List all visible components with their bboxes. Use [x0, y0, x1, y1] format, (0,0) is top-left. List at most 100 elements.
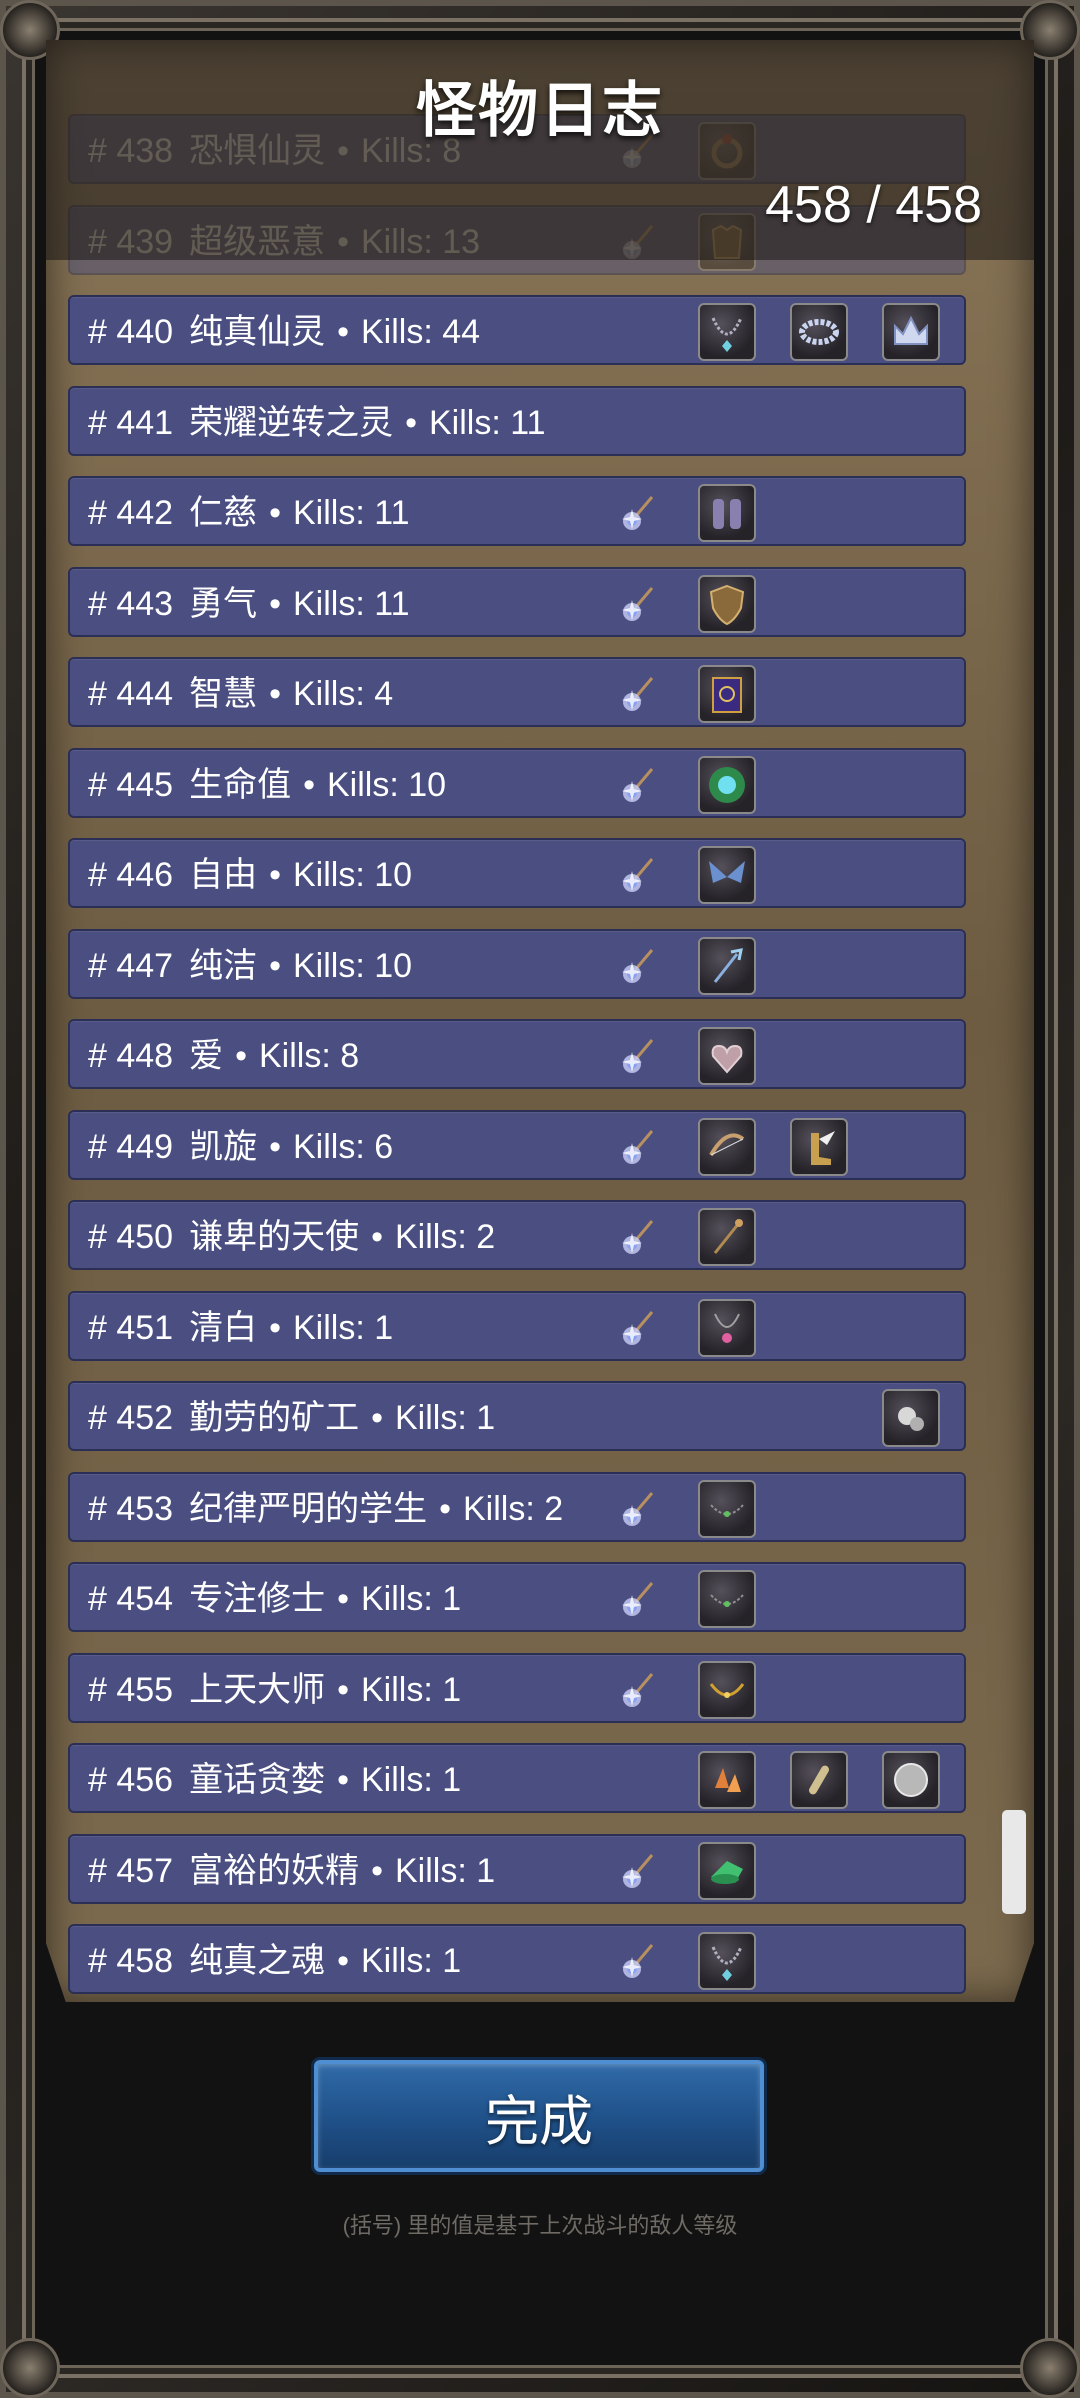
crystal-shards-icon[interactable] — [698, 1751, 756, 1809]
list-item[interactable]: # 445 生命值 • Kills: 10 — [68, 747, 966, 818]
entry-number: # 453 — [88, 1489, 174, 1528]
kill-count: Kills: 44 — [361, 313, 481, 351]
kill-count: Kills: 1 — [395, 1399, 496, 1437]
entry-label: # 458 纯真之魂 • Kills: 1 — [88, 1926, 461, 1996]
gem-wand-icon[interactable] — [616, 1577, 660, 1621]
necklace-icon[interactable] — [698, 1932, 756, 1990]
monster-name: 生命值 — [189, 765, 292, 804]
kill-count: Kills: 10 — [327, 765, 447, 804]
level-footnote: (括号) 里的值是基于上次战斗的敌人等级 — [342, 2213, 738, 2238]
monster-name: 凯旋 — [189, 1127, 258, 1166]
shield-icon[interactable] — [698, 574, 756, 633]
ore-icon[interactable] — [882, 1389, 940, 1447]
list-item[interactable]: # 456 童话贪婪 • Kills: 1 — [68, 1743, 966, 1813]
gold-necklace-icon[interactable] — [698, 1660, 756, 1719]
list-item[interactable]: # 447 纯洁 • Kills: 10 — [68, 928, 966, 1001]
list-item[interactable]: # 452 勤劳的矿工 • Kills: 1 — [68, 1381, 966, 1451]
gem-wand-icon[interactable] — [616, 1668, 660, 1712]
kill-count: Kills: 1 — [361, 1580, 462, 1618]
list-item[interactable]: # 444 智慧 • Kills: 4 — [68, 657, 966, 727]
scrollbar-thumb[interactable] — [1002, 1810, 1026, 1914]
gauntlets-icon[interactable] — [698, 484, 756, 542]
coin-icon[interactable] — [882, 1751, 940, 1809]
gem-wand-icon[interactable] — [616, 582, 660, 626]
necklace-icon[interactable] — [698, 303, 756, 361]
monster-name: 纯真仙灵 — [189, 313, 326, 351]
entry-label: # 454 专注修士 • Kills: 1 — [88, 1564, 461, 1634]
kill-count: Kills: 1 — [361, 1761, 462, 1799]
list-item[interactable]: # 455 上天大师 • Kills: 1 — [68, 1652, 966, 1725]
entry-label: # 444 智慧 • Kills: 4 — [88, 659, 393, 729]
separator-dot: • — [269, 675, 281, 713]
kill-count: Kills: 10 — [293, 946, 413, 985]
gem-wand-icon[interactable] — [616, 1849, 660, 1893]
kill-count: Kills: 1 — [395, 1851, 496, 1890]
kill-count: Kills: 10 — [293, 856, 413, 894]
bow-icon[interactable] — [698, 1117, 756, 1176]
winged-boots-icon[interactable] — [790, 1117, 848, 1176]
gem-orb-icon[interactable] — [698, 755, 756, 814]
chain-necklace-icon[interactable] — [698, 1479, 756, 1538]
gem-wand-icon[interactable] — [616, 763, 660, 807]
list-item[interactable]: # 448 爱 • Kills: 8 — [68, 1019, 966, 1089]
list-item[interactable]: # 446 自由 • Kills: 10 — [68, 838, 966, 908]
crown-icon[interactable] — [882, 303, 940, 361]
entry-number: # 455 — [88, 1670, 174, 1709]
kill-count: Kills: 2 — [463, 1489, 564, 1528]
gem-wand-icon[interactable] — [616, 1487, 660, 1531]
kill-count: Kills: 1 — [361, 1670, 462, 1709]
green-hat-icon[interactable] — [698, 1841, 756, 1900]
monster-name: 荣耀逆转之灵 — [189, 403, 394, 442]
separator-dot: • — [269, 1127, 281, 1166]
entry-label: # 442 仁慈 • Kills: 11 — [88, 478, 410, 548]
gem-wand-icon[interactable] — [616, 1034, 660, 1078]
list-item[interactable]: # 453 纪律严明的学生 • Kills: 2 — [68, 1471, 966, 1542]
gem-wand-icon[interactable] — [616, 1215, 660, 1259]
kill-count: Kills: 8 — [259, 1037, 360, 1075]
entry-number: # 450 — [88, 1218, 174, 1256]
list-item[interactable]: # 451 清白 • Kills: 1 — [68, 1290, 966, 1361]
list-item[interactable]: # 458 纯真之魂 • Kills: 1 — [68, 1924, 966, 1994]
list-item[interactable]: # 449 凯旋 • Kills: 6 — [68, 1109, 966, 1180]
list-item[interactable]: # 441 荣耀逆转之灵 • Kills: 11 — [68, 385, 966, 456]
gem-wand-icon[interactable] — [616, 853, 660, 897]
gem-wand-icon[interactable] — [616, 1939, 660, 1983]
wings-icon[interactable] — [698, 846, 756, 904]
separator-dot: • — [269, 584, 281, 623]
gem-wand-icon[interactable] — [616, 491, 660, 535]
list-item[interactable]: # 450 谦卑的天使 • Kills: 2 — [68, 1200, 966, 1270]
entry-number: # 440 — [88, 313, 174, 351]
chain-necklace-icon[interactable] — [698, 1570, 756, 1628]
list-item[interactable]: # 440 纯真仙灵 • Kills: 44 — [68, 295, 966, 365]
book-icon[interactable] — [698, 665, 756, 723]
trident-icon[interactable] — [698, 936, 756, 995]
frame-corner-ornament — [0, 2338, 60, 2398]
separator-dot: • — [269, 494, 281, 532]
list-item[interactable]: # 443 勇气 • Kills: 11 — [68, 566, 966, 637]
gem-wand-icon[interactable] — [616, 1306, 660, 1350]
monster-name: 专注修士 — [189, 1580, 326, 1618]
heart-amulet-icon[interactable] — [698, 1027, 756, 1085]
separator-dot: • — [337, 1670, 349, 1709]
list-item[interactable]: # 442 仁慈 • Kills: 11 — [68, 476, 966, 546]
list-item[interactable]: # 454 专注修士 • Kills: 1 — [68, 1562, 966, 1632]
gem-wand-icon[interactable] — [616, 1125, 660, 1169]
bracelet-icon[interactable] — [790, 303, 848, 361]
separator-dot: • — [235, 1037, 247, 1075]
done-button[interactable]: 完成 — [314, 2060, 764, 2172]
kill-count: Kills: 1 — [361, 1942, 462, 1980]
separator-dot: • — [269, 856, 281, 894]
separator-dot: • — [439, 1489, 451, 1528]
monster-name: 勤劳的矿工 — [189, 1399, 360, 1437]
potion-vial-icon[interactable] — [790, 1751, 848, 1809]
list-item[interactable]: # 457 富裕的妖精 • Kills: 1 — [68, 1833, 966, 1904]
gem-wand-icon[interactable] — [616, 672, 660, 716]
frame-corner-ornament — [1020, 2338, 1080, 2398]
kill-count: Kills: 11 — [293, 494, 410, 532]
staff-icon[interactable] — [698, 1208, 756, 1266]
gem-wand-icon[interactable] — [616, 944, 660, 988]
monster-name: 纪律严明的学生 — [189, 1489, 428, 1528]
pendant-icon[interactable] — [698, 1298, 756, 1357]
entry-label: # 447 纯洁 • Kills: 10 — [88, 931, 412, 1001]
entry-label: # 455 上天大师 • Kills: 1 — [88, 1655, 461, 1725]
